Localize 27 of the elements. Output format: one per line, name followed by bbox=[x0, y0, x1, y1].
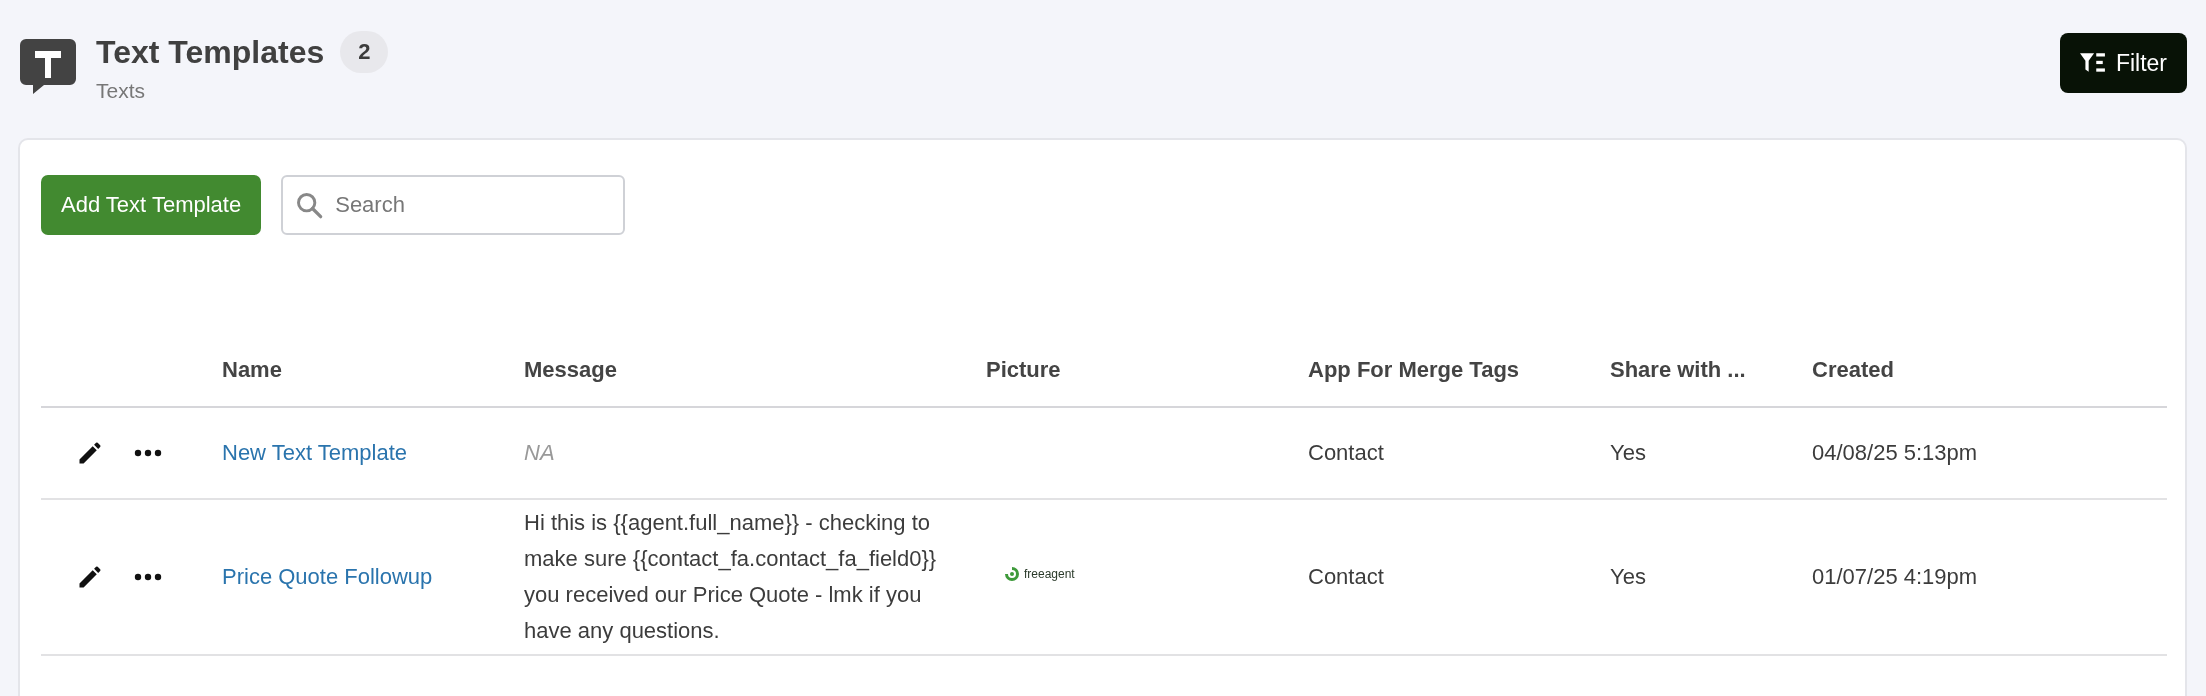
logo-picture: freeagent bbox=[1002, 564, 1075, 584]
table-cell: Yes bbox=[1610, 564, 1646, 589]
message-text: Hi this is {{agent.full_name}} - checking to make sure {{contact_fa.contact_fa_field0}} you received our Price Quote - lmk if you have any questions. bbox=[524, 509, 938, 645]
more-options-icon[interactable] bbox=[134, 573, 162, 581]
template-name-link[interactable]: Price Quote Followup bbox=[222, 564, 433, 589]
more-options-icon[interactable] bbox=[134, 449, 162, 457]
column-header: Created bbox=[1812, 357, 1894, 382]
table-cell: 04/08/25 5:13pm bbox=[1812, 440, 1978, 465]
page-subtitle: Texts bbox=[96, 79, 146, 103]
table-cell: 01/07/25 4:19pm bbox=[1812, 564, 1978, 589]
page-title: Text Templates bbox=[96, 33, 325, 71]
filter-button[interactable]: Filter bbox=[2059, 33, 2187, 93]
speech-bubble-icon bbox=[20, 39, 76, 95]
table-cell: Contact bbox=[1308, 440, 1384, 465]
column-header: Message bbox=[524, 357, 617, 382]
column-header: App For Merge Tags bbox=[1308, 357, 1520, 382]
column-header: Picture bbox=[986, 357, 1061, 382]
search-field[interactable]: Search bbox=[281, 175, 626, 235]
template-name-link[interactable]: New Text Template bbox=[222, 440, 408, 465]
column-header: Name bbox=[222, 357, 282, 382]
column-header: Share with ... bbox=[1610, 357, 1746, 382]
table-cell: Contact bbox=[1308, 564, 1384, 589]
add-template-button[interactable]: Add Text Template bbox=[41, 175, 262, 235]
message-text: NA bbox=[524, 439, 556, 467]
count-badge: 2 bbox=[340, 31, 389, 73]
table-cell: Yes bbox=[1610, 440, 1646, 465]
filter-icon bbox=[2079, 52, 2106, 74]
